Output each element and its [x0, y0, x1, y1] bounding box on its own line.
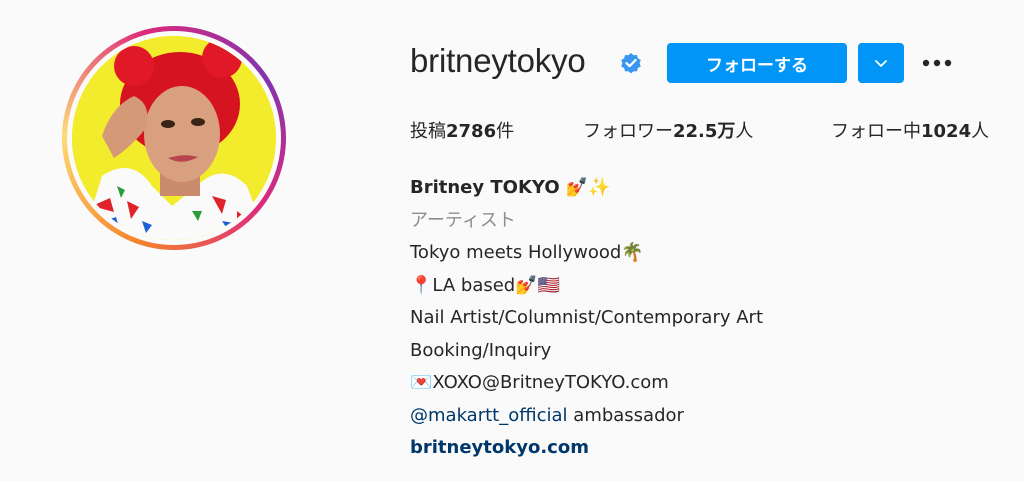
posts-label: 投稿: [410, 121, 446, 142]
following-stat[interactable]: フォロー中1024人: [831, 117, 989, 143]
following-unit: 人: [971, 121, 990, 142]
verified-badge-icon: [621, 53, 641, 74]
story-ring[interactable]: [62, 26, 286, 250]
bio-line: 💌XOXO@BritneyTOKYO.com: [410, 372, 669, 393]
posts-unit: 件: [496, 121, 515, 142]
avatar[interactable]: [72, 36, 276, 240]
bio: Britney TOKYO 💅✨ アーティスト Tokyo meets Holl…: [410, 172, 1000, 465]
avatar-gap: [67, 31, 281, 245]
mention-line: @makartt_official ambassador: [410, 400, 1000, 433]
more-options-button[interactable]: [918, 50, 956, 76]
followers-unit: 人: [735, 121, 754, 142]
full-name: Britney TOKYO 💅✨: [410, 177, 611, 198]
bio-line: Booking/Inquiry: [410, 339, 552, 361]
mention-link[interactable]: @makartt_official: [410, 405, 568, 426]
bio-line: Tokyo meets Hollywood🌴: [410, 242, 644, 263]
website-link[interactable]: britneytokyo.com: [410, 432, 1000, 465]
following-count: 1024: [921, 121, 972, 142]
following-label: フォロー中: [831, 121, 921, 142]
posts-stat: 投稿2786件: [410, 117, 514, 143]
bio-line: 📍LA based💅🇺🇸: [410, 274, 561, 296]
mention-suffix: ambassador: [567, 404, 684, 426]
username: britneytokyo: [410, 42, 586, 79]
follow-button[interactable]: フォローする: [667, 43, 847, 83]
profile-picture: [72, 36, 276, 240]
followers-label: フォロワー: [583, 121, 673, 142]
category-label: アーティスト: [410, 209, 516, 231]
followers-count: 22.5万: [673, 121, 736, 142]
chevron-down-icon: [875, 60, 887, 67]
bio-line: Nail Artist/Columnist/Contemporary Art: [410, 307, 763, 328]
posts-count: 2786: [446, 121, 497, 142]
followers-stat[interactable]: フォロワー22.5万人: [583, 117, 753, 143]
suggested-dropdown-button[interactable]: [858, 43, 904, 83]
more-options-icon: [922, 59, 952, 67]
